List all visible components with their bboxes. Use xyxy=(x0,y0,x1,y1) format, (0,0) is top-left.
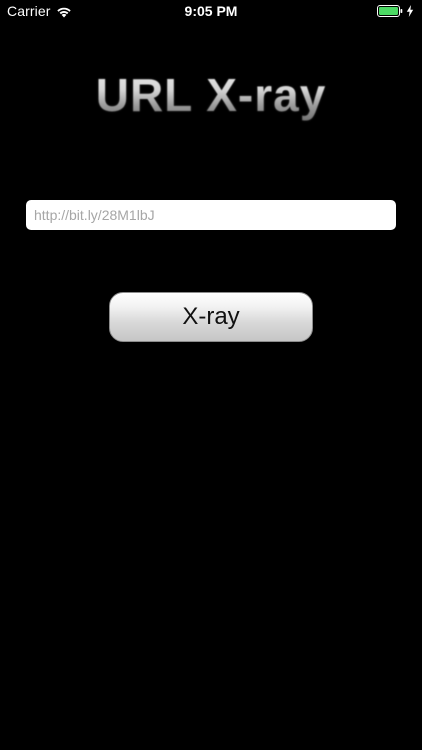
xray-button[interactable]: X-ray xyxy=(109,292,313,342)
app-title: URL X-ray xyxy=(0,68,422,122)
url-input[interactable] xyxy=(26,200,396,230)
bolt-icon xyxy=(406,4,414,17)
status-right xyxy=(377,4,414,17)
status-bar: Carrier 9:05 PM xyxy=(0,0,422,22)
app-screen: Carrier 9:05 PM URL X-ray http://bit.ly/… xyxy=(0,0,422,750)
battery-icon xyxy=(377,4,403,17)
status-time: 9:05 PM xyxy=(184,3,238,19)
xray-button-label: X-ray xyxy=(182,303,240,330)
